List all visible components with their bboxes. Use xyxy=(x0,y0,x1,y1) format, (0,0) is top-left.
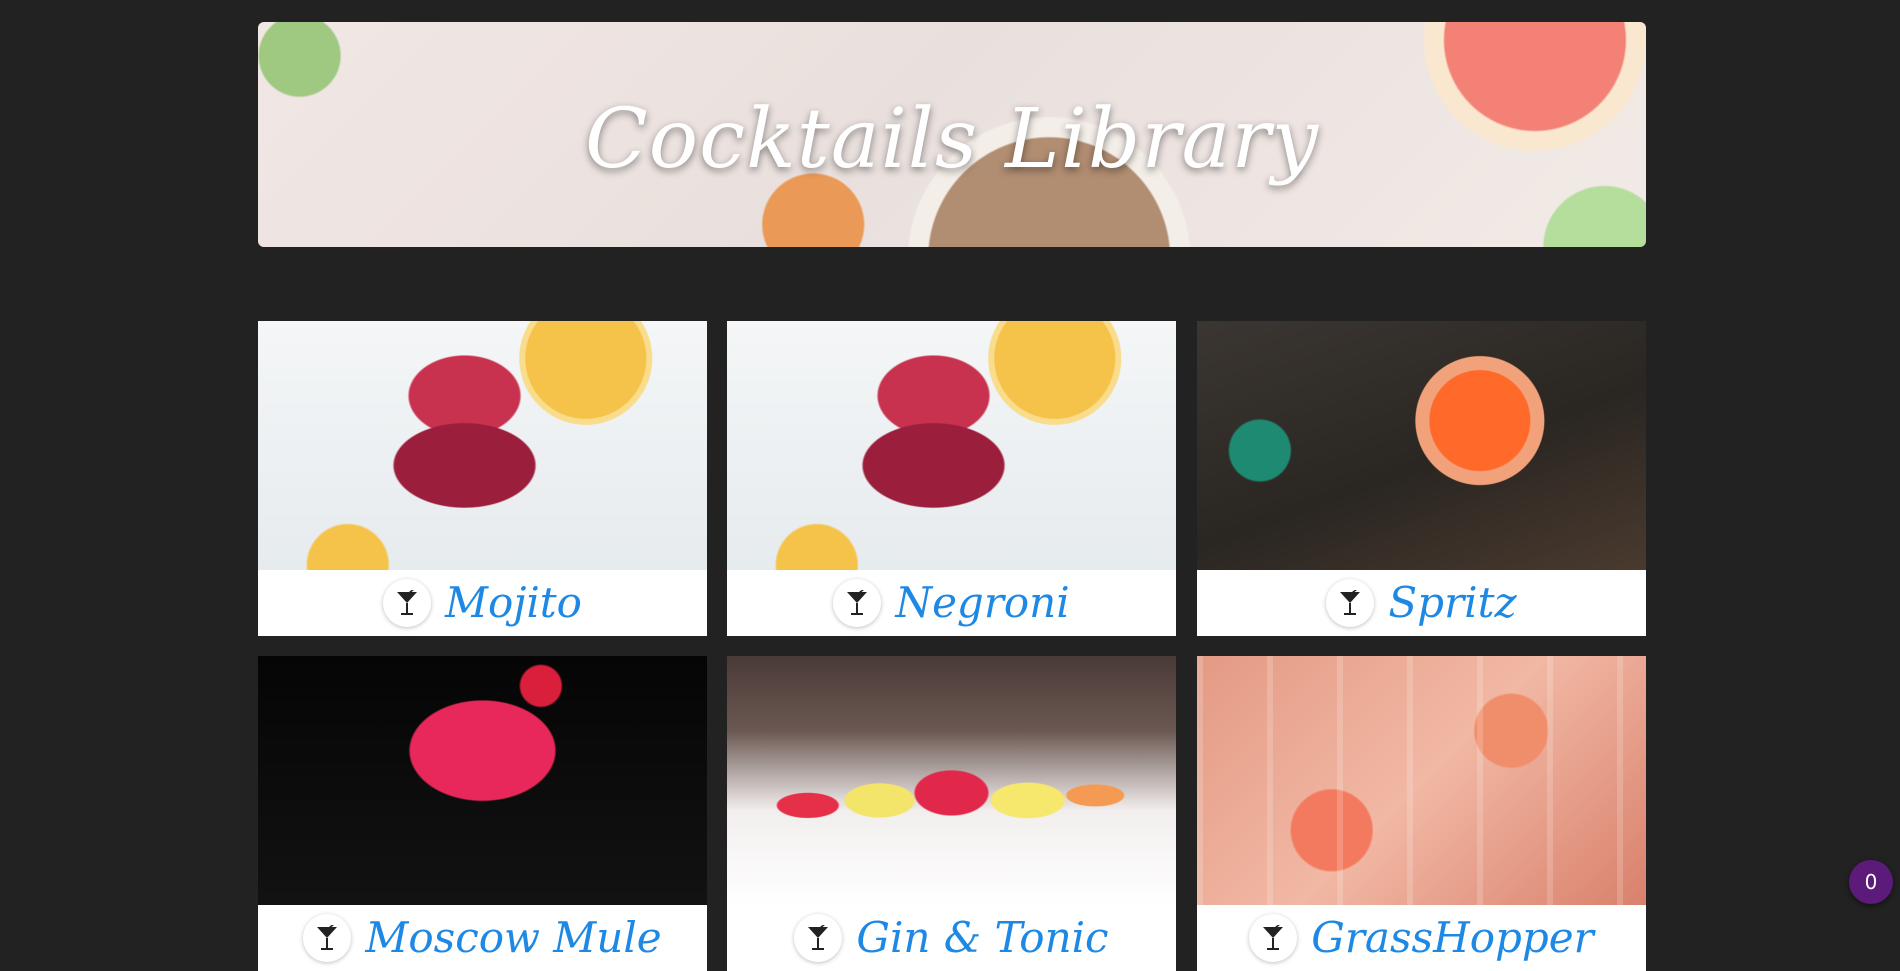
cocktail-card-footer: Gin & Tonic xyxy=(727,905,1176,971)
page-title: Cocktails Library xyxy=(585,92,1319,187)
count-badge[interactable]: 0 xyxy=(1849,860,1893,904)
cocktail-image xyxy=(727,321,1176,570)
cocktail-card-footer: Spritz xyxy=(1197,570,1646,636)
cocktail-card[interactable]: Negroni xyxy=(727,321,1176,636)
cocktail-card-footer: GrassHopper xyxy=(1197,905,1646,971)
cocktail-glass-icon xyxy=(794,914,843,962)
cocktail-glass-icon xyxy=(383,579,432,627)
cocktail-card-footer: Moscow Mule xyxy=(258,905,707,971)
cocktail-name[interactable]: Spritz xyxy=(1388,582,1516,624)
cocktail-image xyxy=(258,321,707,570)
page-container: Cocktails Library Mojito Negroni Spritz … xyxy=(258,22,1646,971)
cocktail-card[interactable]: Moscow Mule xyxy=(258,656,707,971)
cocktail-card-footer: Mojito xyxy=(258,570,707,636)
cocktail-card[interactable]: Gin & Tonic xyxy=(727,656,1176,971)
cocktail-image xyxy=(258,656,707,905)
cocktail-glass-icon xyxy=(1249,914,1298,962)
cocktail-name[interactable]: Moscow Mule xyxy=(365,917,661,959)
cocktail-glass-icon xyxy=(1326,579,1375,627)
cocktail-name[interactable]: Mojito xyxy=(445,582,582,624)
cocktail-glass-icon xyxy=(833,579,882,627)
cocktail-name[interactable]: Negroni xyxy=(895,582,1069,624)
cocktail-card[interactable]: GrassHopper xyxy=(1197,656,1646,971)
cocktail-image xyxy=(1197,321,1646,570)
cocktail-image xyxy=(1197,656,1646,905)
cocktail-card-footer: Negroni xyxy=(727,570,1176,636)
cocktail-image xyxy=(727,656,1176,905)
cocktail-card[interactable]: Mojito xyxy=(258,321,707,636)
cocktail-name[interactable]: GrassHopper xyxy=(1311,917,1593,959)
hero-banner: Cocktails Library xyxy=(258,22,1646,247)
cocktail-card[interactable]: Spritz xyxy=(1197,321,1646,636)
cocktail-glass-icon xyxy=(303,914,352,962)
cocktail-name[interactable]: Gin & Tonic xyxy=(856,917,1108,959)
